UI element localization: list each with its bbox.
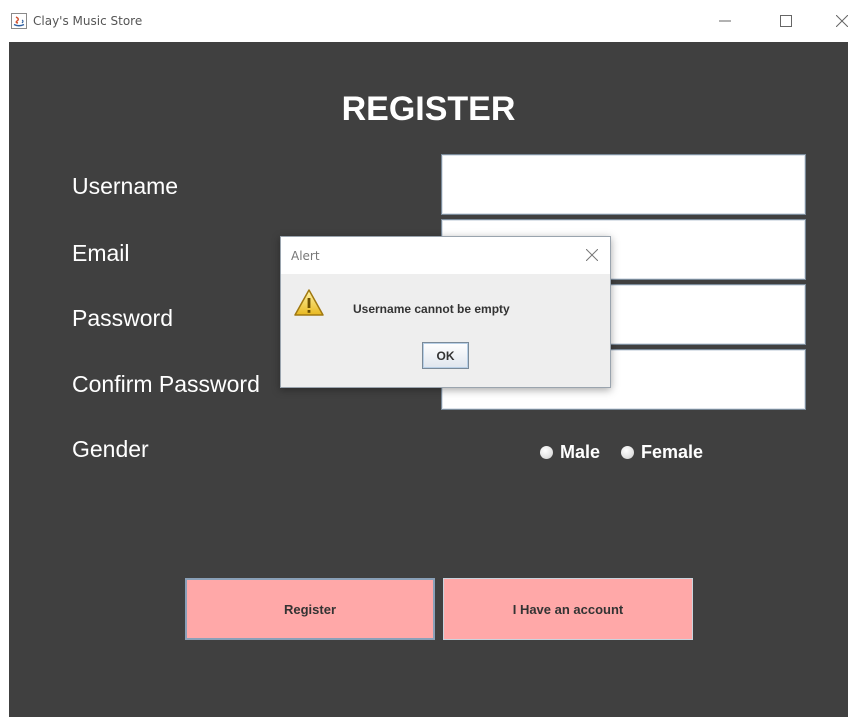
- dialog-title: Alert: [291, 249, 320, 263]
- confirm-password-label: Confirm Password: [72, 371, 260, 397]
- window-title: Clay's Music Store: [33, 14, 143, 28]
- java-app-icon: [11, 13, 27, 29]
- close-icon: [586, 249, 598, 261]
- warning-icon: [293, 288, 325, 318]
- dialog-message: Username cannot be empty: [353, 302, 510, 316]
- register-button[interactable]: Register: [185, 578, 435, 640]
- dialog-titlebar: Alert: [281, 237, 610, 274]
- close-button[interactable]: [827, 6, 857, 36]
- radio-icon: [621, 446, 634, 459]
- radio-icon: [540, 446, 553, 459]
- email-label: Email: [72, 240, 130, 266]
- page-title: REGISTER: [341, 90, 516, 128]
- window-titlebar: Clay's Music Store: [0, 0, 857, 42]
- radio-label-male: Male: [560, 442, 601, 462]
- minimize-icon: [719, 20, 731, 22]
- close-icon: [836, 15, 848, 27]
- have-account-button[interactable]: I Have an account: [443, 578, 693, 640]
- minimize-button[interactable]: [710, 6, 740, 36]
- maximize-icon: [780, 15, 792, 27]
- gender-label: Gender: [72, 436, 149, 462]
- maximize-button[interactable]: [771, 6, 801, 36]
- gender-female-radio[interactable]: Female: [621, 442, 703, 463]
- password-label: Password: [72, 305, 173, 331]
- username-label: Username: [72, 173, 179, 199]
- username-input[interactable]: [441, 154, 806, 215]
- dialog-close-button[interactable]: [580, 243, 604, 267]
- alert-dialog: Alert Username cannot be empty OK: [280, 236, 611, 388]
- radio-label-female: Female: [641, 442, 704, 462]
- gender-male-radio[interactable]: Male: [540, 442, 600, 463]
- ok-button[interactable]: OK: [422, 342, 469, 369]
